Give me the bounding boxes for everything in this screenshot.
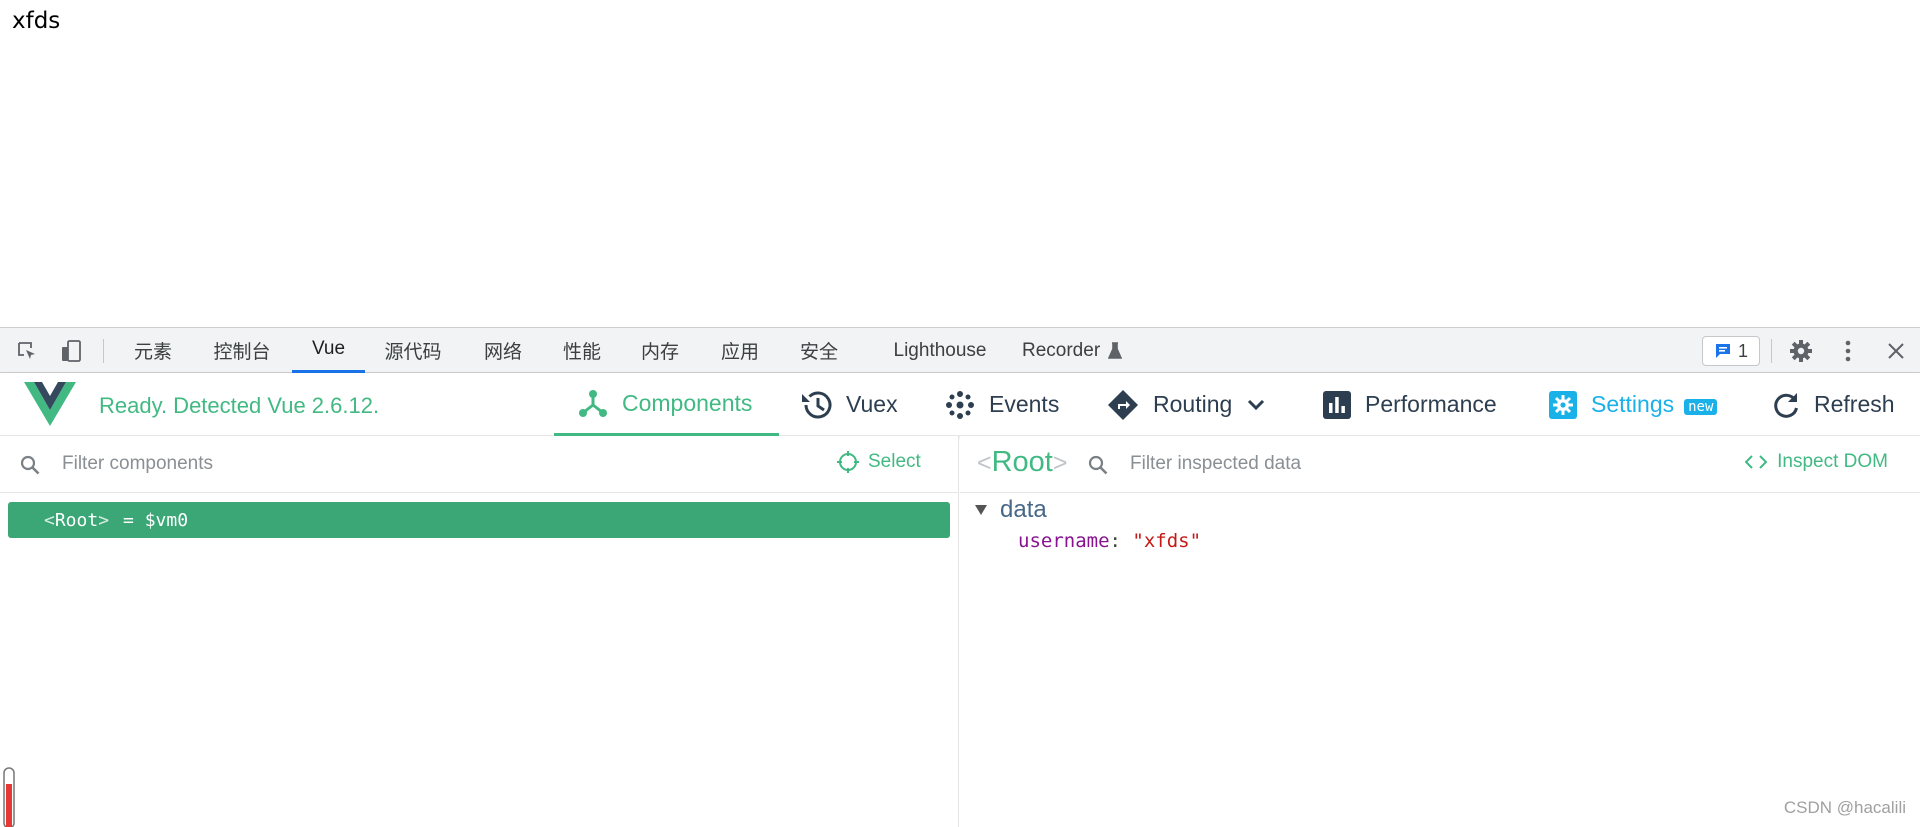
tree-bracket-close: > xyxy=(98,509,110,531)
nav-settings-label: Settings xyxy=(1591,391,1675,417)
flask-icon xyxy=(1108,341,1123,359)
vue-logo-icon xyxy=(24,382,76,431)
page-text: xfds xyxy=(12,8,61,34)
thermometer-icon xyxy=(3,767,15,827)
tree-bracket-open: < xyxy=(44,509,55,531)
nav-events-label: Events xyxy=(989,391,1060,417)
title-component-name: Root xyxy=(991,446,1053,478)
nav-settings[interactable]: Settings new xyxy=(1549,373,1718,436)
nav-vuex-label: Vuex xyxy=(846,391,898,417)
inspector-header: <Root> Inspect DOM xyxy=(960,436,1920,493)
tree-vm-ref: = $vm0 xyxy=(123,509,189,531)
inspect-dom-label: Inspect DOM xyxy=(1777,451,1888,472)
tab-network[interactable]: 网络 xyxy=(476,328,530,373)
nav-routing-label: Routing xyxy=(1153,391,1233,417)
more-options-icon[interactable] xyxy=(1835,338,1861,364)
refresh-icon xyxy=(1774,392,1798,418)
nav-events[interactable]: Events xyxy=(945,373,1059,436)
nav-vuex[interactable]: Vuex xyxy=(800,373,898,436)
settings-gear-icon[interactable] xyxy=(1788,338,1814,364)
nav-performance-label: Performance xyxy=(1365,391,1497,417)
inspector-pane: <Root> Inspect DOM data username: "xfds" xyxy=(960,436,1920,827)
data-field-value: "xfds" xyxy=(1132,530,1202,552)
tab-recorder-label: Recorder xyxy=(1022,339,1101,361)
data-section-toggle[interactable]: data xyxy=(974,496,1047,524)
inspected-component-title: <Root> xyxy=(977,446,1067,479)
nav-components-label: Components xyxy=(622,389,753,416)
settings-icon xyxy=(1549,390,1577,419)
tab-memory[interactable]: 内存 xyxy=(633,328,687,373)
title-bracket-open: < xyxy=(977,449,992,477)
title-bracket-close: > xyxy=(1052,449,1068,477)
chevron-down-icon xyxy=(1248,399,1265,410)
close-devtools-icon[interactable] xyxy=(1883,338,1909,364)
inspected-data-filter-input[interactable] xyxy=(1130,448,1630,480)
components-icon xyxy=(579,390,607,417)
data-field-row: username: "xfds" xyxy=(1018,530,1202,552)
tab-recorder[interactable]: Recorder xyxy=(1022,328,1132,373)
tab-console[interactable]: 控制台 xyxy=(205,328,279,373)
new-badge: new xyxy=(1684,398,1718,415)
tab-lighthouse[interactable]: Lighthouse xyxy=(884,328,996,373)
select-component-button[interactable]: Select xyxy=(836,450,921,474)
data-field-key: username xyxy=(1018,530,1110,552)
data-section-label: data xyxy=(1000,496,1047,523)
tab-sources[interactable]: 源代码 xyxy=(380,328,446,373)
inspect-dom-button[interactable]: Inspect DOM xyxy=(1745,451,1888,473)
watermark: CSDN @hacalili xyxy=(1783,798,1906,817)
nav-components[interactable]: Components xyxy=(554,373,779,436)
toolbar-divider xyxy=(1771,339,1772,363)
component-filter-bar: Select xyxy=(0,436,959,493)
history-icon xyxy=(802,391,832,418)
events-icon xyxy=(946,390,974,419)
code-icon xyxy=(1745,455,1768,469)
tree-row-root[interactable]: < Root > = $vm0 xyxy=(8,502,950,538)
refresh-label: Refresh xyxy=(1814,391,1895,417)
vue-status-text: Ready. Detected Vue 2.6.12. xyxy=(99,393,380,418)
directions-icon xyxy=(1108,389,1138,420)
search-icon xyxy=(1088,455,1108,475)
caret-down-icon xyxy=(975,505,987,515)
refresh-button[interactable]: Refresh xyxy=(1772,373,1895,436)
issues-badge[interactable]: 1 xyxy=(1702,336,1760,366)
message-icon xyxy=(1715,344,1730,358)
devtools-tab-bar: 元素 控制台 Vue 源代码 网络 性能 内存 应用 安全 Lighthouse… xyxy=(0,327,1920,373)
tab-application[interactable]: 应用 xyxy=(713,328,767,373)
crosshair-icon xyxy=(837,451,859,473)
tab-performance[interactable]: 性能 xyxy=(555,328,609,373)
tab-elements[interactable]: 元素 xyxy=(126,328,180,373)
nav-routing[interactable]: Routing xyxy=(1107,373,1266,436)
component-filter-input[interactable] xyxy=(62,448,762,480)
bar-chart-icon xyxy=(1323,390,1351,419)
device-toolbar-icon[interactable] xyxy=(58,338,84,364)
search-icon xyxy=(20,455,40,475)
inspect-element-icon[interactable] xyxy=(14,338,40,364)
tab-security[interactable]: 安全 xyxy=(792,328,846,373)
toolbar-divider xyxy=(103,339,104,363)
select-label: Select xyxy=(868,451,921,472)
vue-devtools-header: Ready. Detected Vue 2.6.12. Components V… xyxy=(0,373,1920,436)
tab-vue[interactable]: Vue xyxy=(292,328,365,373)
nav-performance[interactable]: Performance xyxy=(1323,373,1497,436)
tree-component-name: Root xyxy=(54,509,99,531)
component-tree-pane: Select < Root > = $vm0 xyxy=(0,436,959,827)
issues-count: 1 xyxy=(1737,340,1748,361)
